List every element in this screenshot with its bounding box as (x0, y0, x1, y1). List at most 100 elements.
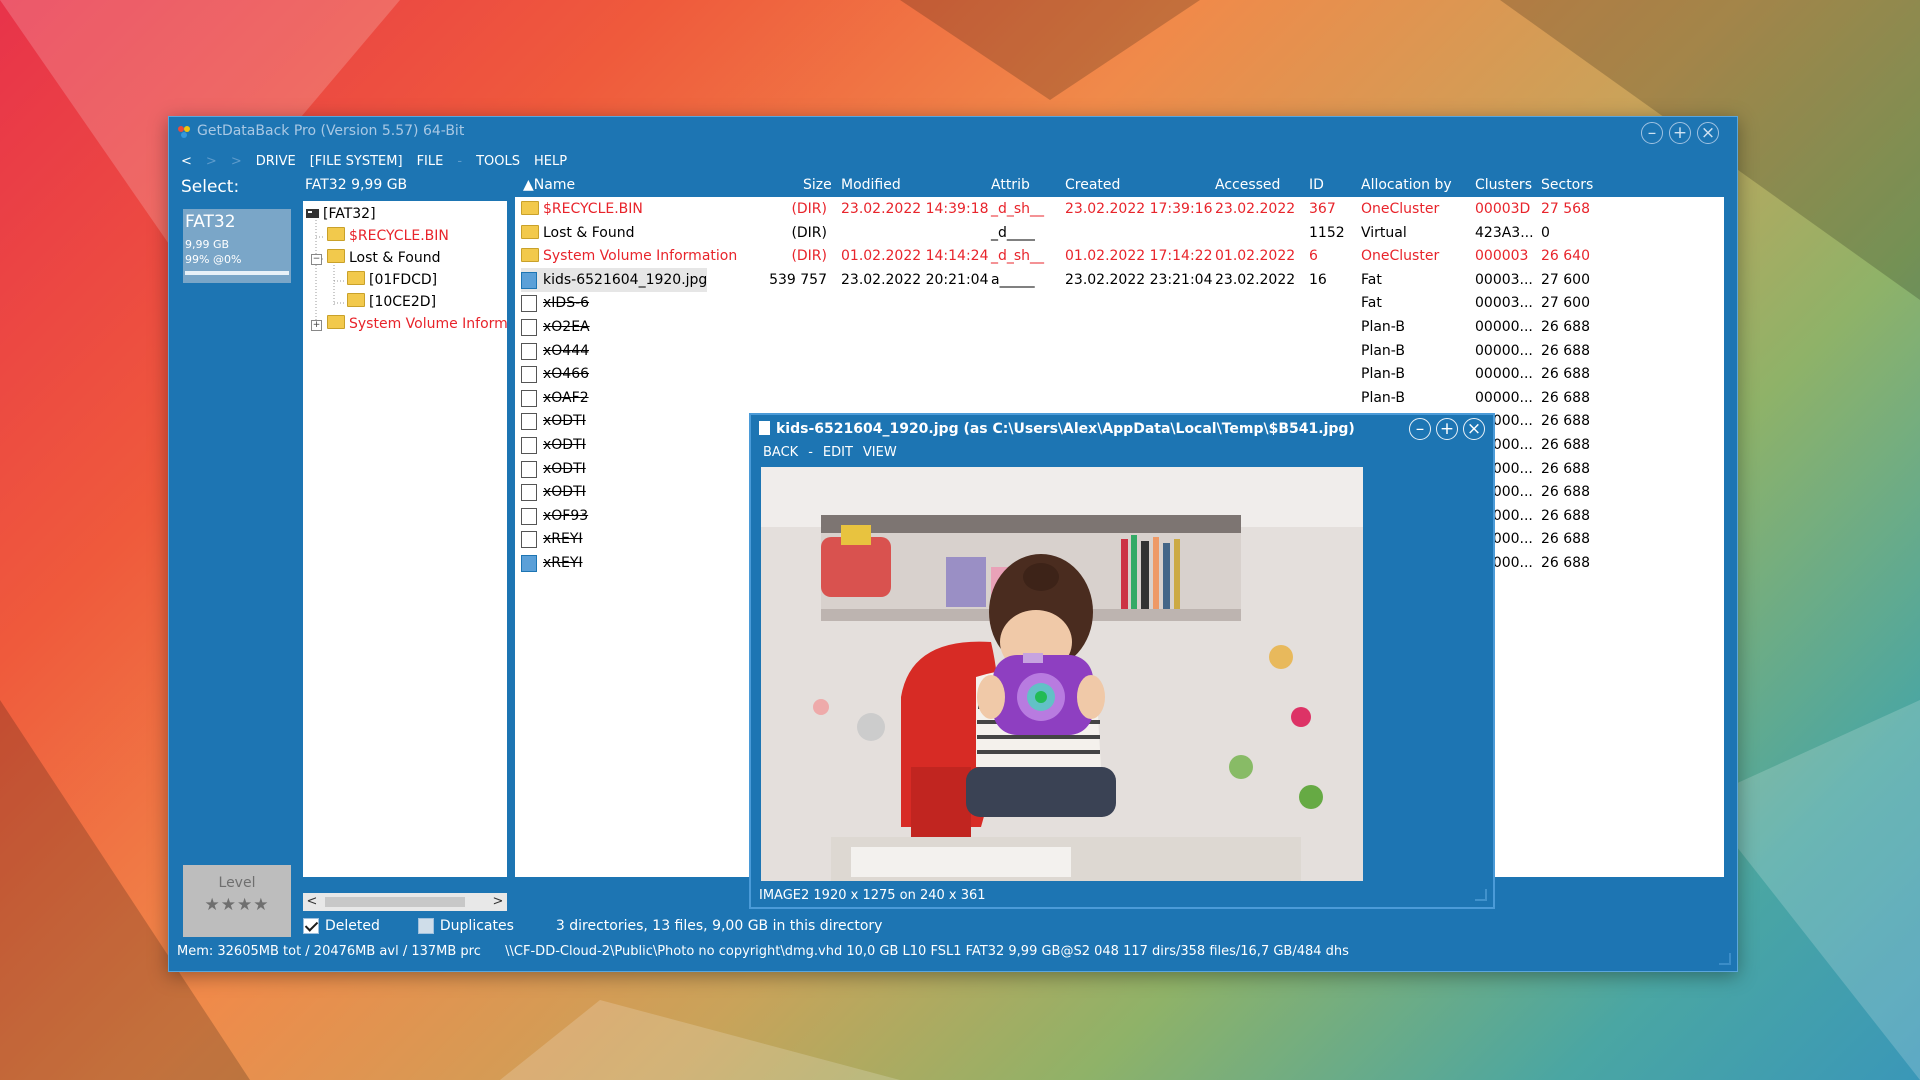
cell-attrib: _d_sh__ (991, 201, 1045, 217)
file-row[interactable]: xO466 Plan-B 00000... 26 688 (515, 362, 1724, 386)
drive-card-fat32[interactable]: FAT32 9,99 GB 99% @0% (183, 209, 291, 283)
cell-clusters: 00003... (1475, 295, 1533, 312)
viewer-menu-back[interactable]: BACK (763, 445, 798, 460)
image-viewer-window[interactable]: kids-6521604_1920.jpg (as C:\Users\Alex\… (749, 413, 1495, 909)
column-id[interactable]: ID (1309, 177, 1324, 193)
tree-item-01fdcd[interactable]: [01FDCD] (347, 269, 437, 291)
tree-horizontal-scrollbar[interactable]: < > (303, 893, 507, 911)
file-row[interactable]: xO2EA Plan-B 00000... 26 688 (515, 315, 1724, 339)
maximize-icon[interactable]: + (1669, 122, 1691, 144)
column-accessed[interactable]: Accessed (1215, 177, 1280, 193)
menu-file[interactable]: FILE (417, 154, 444, 169)
drive-percent: 99% @0% (185, 253, 242, 266)
cell-sectors: 26 688 (1541, 366, 1590, 383)
filter-bar: Deleted Duplicates 3 directories, 13 fil… (303, 915, 882, 937)
cell-allocation: Plan-B (1361, 342, 1405, 359)
viewer-status: IMAGE2 1920 x 1275 on 240 x 361 (759, 888, 986, 903)
viewer-minimize-icon[interactable]: – (1409, 418, 1431, 440)
forward-button[interactable]: > (206, 154, 217, 169)
cell-allocation: Fat (1361, 271, 1382, 288)
column-attrib[interactable]: Attrib (991, 177, 1030, 193)
title-bar[interactable]: GetDataBack Pro (Version 5.57) 64-Bit – … (169, 117, 1737, 147)
file-row[interactable]: System Volume Information (DIR) 01.02.2022… (515, 244, 1724, 268)
cell-name: $RECYCLE.BIN (543, 201, 643, 217)
scroll-right-icon[interactable]: > (489, 893, 507, 911)
file-row[interactable]: Lost & Found (DIR) _d____ 1152 Virtual 423A3.… (515, 221, 1724, 245)
file-row[interactable]: $RECYCLE.BIN (DIR) 23.02.2022 14:39:18 _d_s… (515, 197, 1724, 221)
cell-clusters: 00003... (1475, 271, 1533, 288)
file-icon (521, 389, 537, 407)
file-icon (521, 531, 537, 549)
column-sectors[interactable]: Sectors (1541, 177, 1593, 193)
column-modified[interactable]: Modified (841, 177, 901, 193)
close-icon[interactable]: × (1697, 122, 1719, 144)
back-button[interactable]: < (181, 154, 192, 169)
column-name[interactable]: ▲Name (523, 177, 575, 193)
menu-drive[interactable]: DRIVE (256, 154, 296, 169)
folder-icon (521, 224, 539, 239)
menu-file-system[interactable]: [FILE SYSTEM] (310, 154, 403, 169)
menu-help[interactable]: HELP (534, 154, 567, 169)
viewer-close-icon[interactable]: × (1463, 418, 1485, 440)
column-size[interactable]: Size (803, 177, 832, 193)
viewer-title-bar[interactable]: kids-6521604_1920.jpg (as C:\Users\Alex\… (759, 421, 1355, 437)
cell-id: 6 (1309, 248, 1318, 265)
cell-clusters: 00000... (1475, 342, 1533, 359)
app-logo-icon (178, 126, 190, 138)
photo-child-with-camera (761, 467, 1363, 881)
file-row[interactable]: kids-6521604_1920.jpg 539 757 23.02.2022 2… (515, 267, 1724, 292)
viewer-menu-edit[interactable]: EDIT (823, 445, 853, 460)
file-icon (521, 366, 537, 384)
file-icon (521, 484, 537, 502)
cell-allocation: Fat (1361, 295, 1382, 312)
scroll-left-icon[interactable]: < (303, 893, 321, 911)
cell-allocation: Plan-B (1361, 319, 1405, 335)
cell-accessed: 23.02.2022 (1215, 271, 1296, 288)
cell-sectors: 26 688 (1541, 484, 1590, 501)
status-bar: Mem: 32605MB tot / 20476MB avl / 137MB p… (177, 944, 1349, 959)
cell-sectors: 26 688 (1541, 555, 1590, 571)
cell-id: 16 (1309, 271, 1327, 288)
tree-item-label: Lost & Found (349, 250, 441, 266)
collapse-toggle-icon[interactable]: − (311, 254, 322, 265)
document-icon (759, 421, 770, 435)
tree-item-lost-found[interactable]: Lost & Found (327, 247, 440, 269)
expand-toggle-icon[interactable]: + (311, 320, 322, 331)
viewer-title: kids-6521604_1920.jpg (as C:\Users\Alex\… (776, 421, 1355, 437)
file-list-header: ▲Name Size Modified Attrib Created Acces… (515, 173, 1715, 197)
cell-created: 23.02.2022 17:39:16 (1065, 201, 1213, 217)
column-clusters[interactable]: Clusters (1475, 177, 1532, 193)
resize-grip-icon[interactable] (1719, 953, 1731, 965)
tree-item-10ce2d[interactable]: [10CE2D] (347, 291, 436, 313)
scroll-thumb[interactable] (325, 897, 465, 907)
viewer-resize-grip-icon[interactable] (1475, 889, 1487, 901)
column-created[interactable]: Created (1065, 177, 1120, 193)
folder-icon (347, 271, 365, 285)
file-row[interactable]: xO444 Plan-B 00000... 26 688 (515, 339, 1724, 363)
tree-item-recycle-bin[interactable]: $RECYCLE.BIN (327, 225, 449, 247)
cell-attrib: _d____ (991, 224, 1035, 241)
deleted-checkbox[interactable] (303, 918, 319, 934)
cell-clusters: 00003D (1475, 201, 1531, 217)
column-allocation[interactable]: Allocation by (1361, 177, 1452, 193)
minimize-icon[interactable]: – (1641, 122, 1663, 144)
cell-accessed: 23.02.2022 (1215, 201, 1296, 217)
file-row[interactable]: xIDS-6 Fat 00003... 27 600 (515, 291, 1724, 315)
cell-size: (DIR) (791, 248, 827, 265)
duplicates-checkbox[interactable] (417, 918, 434, 934)
file-icon (521, 413, 537, 431)
menu-tools[interactable]: TOOLS (476, 154, 520, 169)
cell-id: 367 (1309, 201, 1336, 217)
tree-item-label: $RECYCLE.BIN (349, 228, 449, 244)
deleted-label: Deleted (325, 918, 380, 934)
tree-item-system-volume[interactable]: System Volume Informat (327, 313, 507, 335)
cell-accessed: 01.02.2022 (1215, 248, 1296, 265)
file-row[interactable]: xOAF2 Plan-B 00000... 26 688 (515, 386, 1724, 410)
folder-tree[interactable]: [FAT32] $RECYCLE.BIN − Lost & Found [01F… (303, 201, 507, 877)
file-icon (521, 460, 537, 478)
cell-created: 01.02.2022 17:14:22 (1065, 248, 1213, 265)
viewer-maximize-icon[interactable]: + (1436, 418, 1458, 440)
up-button[interactable]: > (231, 154, 242, 169)
tree-item-root[interactable]: [FAT32] (305, 203, 376, 225)
viewer-menu-view[interactable]: VIEW (863, 445, 897, 460)
